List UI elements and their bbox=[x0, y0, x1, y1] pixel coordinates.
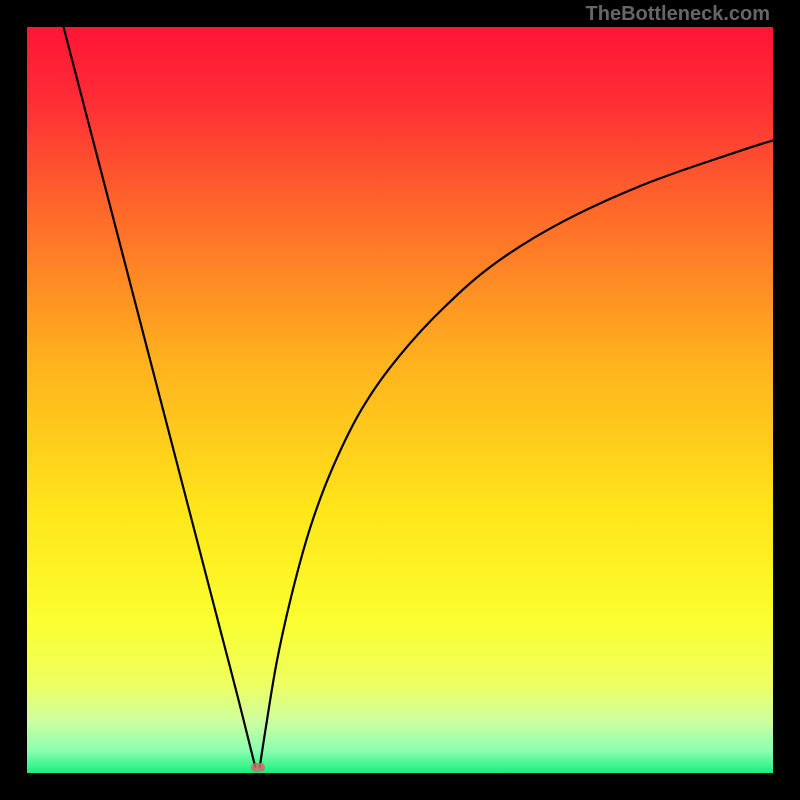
notch-marker bbox=[251, 763, 265, 772]
attribution-text: TheBottleneck.com bbox=[586, 3, 770, 26]
curve-left-branch bbox=[64, 27, 256, 767]
chart-frame: TheBottleneck.com bbox=[0, 0, 800, 800]
curve-layer bbox=[27, 27, 773, 773]
plot-area bbox=[27, 27, 773, 773]
curve-right-branch bbox=[260, 140, 773, 767]
